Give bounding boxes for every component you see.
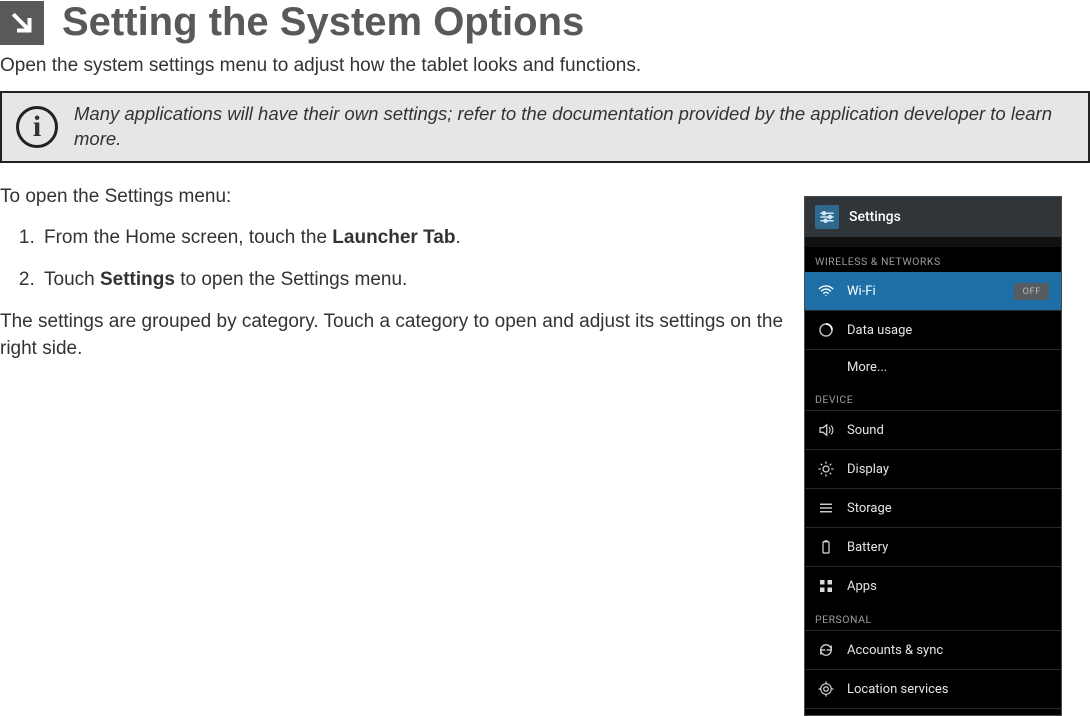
- step-list: From the Home screen, touch the Launcher…: [22, 224, 790, 293]
- ss-label: Location services: [847, 682, 949, 697]
- ss-label: Battery: [847, 540, 888, 555]
- intro-text: Open the system settings menu to adjust …: [0, 55, 1090, 77]
- step-text: Touch: [44, 269, 100, 290]
- settings-app-icon: [815, 205, 839, 229]
- followup-text: The settings are grouped by category. To…: [0, 308, 790, 363]
- step-1: From the Home screen, touch the Launcher…: [40, 224, 790, 252]
- ss-label: Display: [847, 462, 889, 477]
- ss-item-location[interactable]: Location services: [805, 669, 1061, 708]
- step-text: to open the Settings menu.: [175, 269, 407, 290]
- data-usage-icon: [817, 321, 835, 339]
- info-text: Many applications will have their own se…: [74, 102, 1074, 152]
- ss-item-storage[interactable]: Storage: [805, 488, 1061, 527]
- ss-item-security[interactable]: Security: [805, 708, 1061, 716]
- ss-label: Wi-Fi: [847, 284, 876, 299]
- ss-item-wifi[interactable]: Wi-Fi OFF: [805, 272, 1061, 310]
- ss-label: More...: [847, 360, 887, 375]
- ss-label: Sound: [847, 423, 884, 438]
- ss-item-more[interactable]: More...: [805, 349, 1061, 385]
- location-icon: [817, 680, 835, 698]
- page-title: Setting the System Options: [62, 0, 584, 45]
- step-bold: Settings: [100, 269, 175, 290]
- storage-icon: [817, 499, 835, 517]
- ss-item-battery[interactable]: Battery: [805, 527, 1061, 566]
- ss-label: Data usage: [847, 323, 912, 338]
- ss-label: Accounts & sync: [847, 643, 943, 658]
- ss-item-accounts[interactable]: Accounts & sync: [805, 630, 1061, 669]
- ss-divider-bar: [805, 237, 1061, 247]
- step-text: .: [455, 227, 460, 248]
- info-callout: i Many applications will have their own …: [0, 91, 1090, 163]
- step-text: From the Home screen, touch the: [44, 227, 332, 248]
- step-bold: Launcher Tab: [332, 227, 455, 248]
- arrow-down-right-icon: [0, 1, 44, 45]
- ss-item-apps[interactable]: Apps: [805, 566, 1061, 605]
- ss-label: Apps: [847, 579, 877, 594]
- ss-section-device: DEVICE: [805, 385, 1061, 410]
- ss-item-data-usage[interactable]: Data usage: [805, 310, 1061, 349]
- battery-icon: [817, 538, 835, 556]
- ss-label: Storage: [847, 501, 892, 516]
- ss-header: Settings: [805, 197, 1061, 237]
- info-icon: i: [16, 106, 58, 148]
- ss-section-wireless: WIRELESS & NETWORKS: [805, 247, 1061, 272]
- wifi-toggle[interactable]: OFF: [1014, 283, 1049, 300]
- display-icon: [817, 460, 835, 478]
- sound-icon: [817, 421, 835, 439]
- ss-app-title: Settings: [849, 209, 901, 225]
- settings-screenshot: Settings WIRELESS & NETWORKS Wi-Fi OFF D…: [804, 196, 1062, 716]
- apps-icon: [817, 577, 835, 595]
- ss-item-display[interactable]: Display: [805, 449, 1061, 488]
- subheading: To open the Settings menu:: [0, 183, 790, 211]
- page-header: Setting the System Options: [0, 0, 1090, 49]
- instruction-column: To open the Settings menu: From the Home…: [0, 183, 790, 377]
- sync-icon: [817, 641, 835, 659]
- wifi-icon: [817, 282, 835, 300]
- ss-item-sound[interactable]: Sound: [805, 410, 1061, 449]
- ss-section-personal: PERSONAL: [805, 605, 1061, 630]
- step-2: Touch Settings to open the Settings menu…: [40, 266, 790, 294]
